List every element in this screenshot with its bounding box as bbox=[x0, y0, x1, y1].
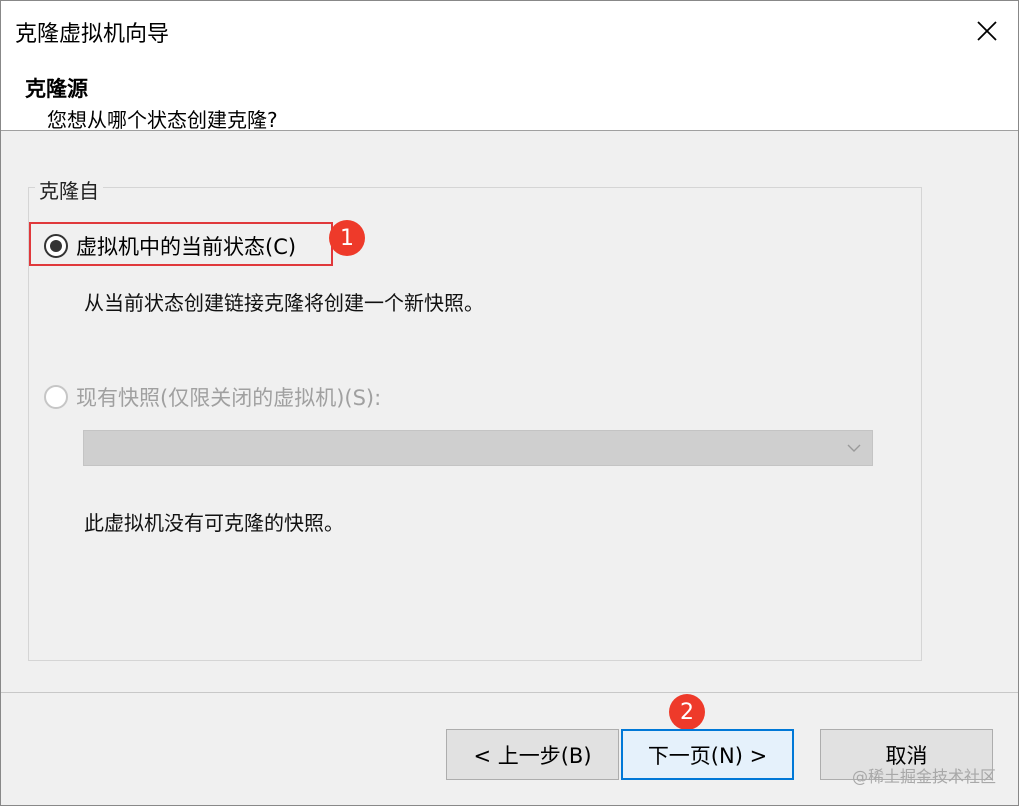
snapshot-description: 此虚拟机没有可克隆的快照。 bbox=[84, 511, 344, 535]
radio-selected-icon bbox=[44, 234, 68, 258]
chevron-down-icon bbox=[847, 444, 861, 452]
back-button-label: < 上一步(B) bbox=[473, 743, 592, 768]
radio-existing-snapshot[interactable]: 现有快照(仅限关闭的虚拟机)(S): bbox=[44, 382, 381, 412]
snapshot-select[interactable] bbox=[83, 430, 873, 466]
clone-vm-wizard-window: 克隆虚拟机向导 克隆源 您想从哪个状态创建克隆? 克隆自 虚拟机中的当前状态(C… bbox=[0, 0, 1019, 806]
watermark: @稀土掘金技术社区 bbox=[851, 767, 996, 786]
clone-from-label: 克隆自 bbox=[35, 175, 103, 204]
radio-unselected-icon bbox=[44, 385, 68, 409]
page-title: 克隆源 bbox=[25, 77, 88, 101]
radio-current-state-label: 虚拟机中的当前状态(C) bbox=[76, 235, 297, 259]
radio-existing-snapshot-label: 现有快照(仅限关闭的虚拟机)(S): bbox=[76, 386, 382, 410]
current-state-description: 从当前状态创建链接克隆将创建一个新快照。 bbox=[84, 291, 484, 315]
footer-divider bbox=[1, 692, 1018, 693]
window-title: 克隆虚拟机向导 bbox=[15, 22, 170, 47]
radio-current-state[interactable]: 虚拟机中的当前状态(C) bbox=[44, 231, 296, 261]
wizard-header: 克隆源 您想从哪个状态创建克隆? bbox=[1, 61, 1018, 132]
back-button[interactable]: < 上一步(B) bbox=[446, 729, 619, 780]
next-button[interactable]: 下一页(N) > bbox=[621, 729, 794, 780]
step-badge-1: 1 bbox=[329, 220, 365, 256]
close-button[interactable] bbox=[956, 1, 1018, 61]
step-badge-2: 2 bbox=[669, 694, 705, 730]
title-bar: 克隆虚拟机向导 bbox=[1, 1, 1018, 61]
close-icon bbox=[977, 21, 997, 41]
next-button-label: 下一页(N) > bbox=[647, 743, 768, 768]
page-subtitle: 您想从哪个状态创建克隆? bbox=[47, 108, 278, 132]
